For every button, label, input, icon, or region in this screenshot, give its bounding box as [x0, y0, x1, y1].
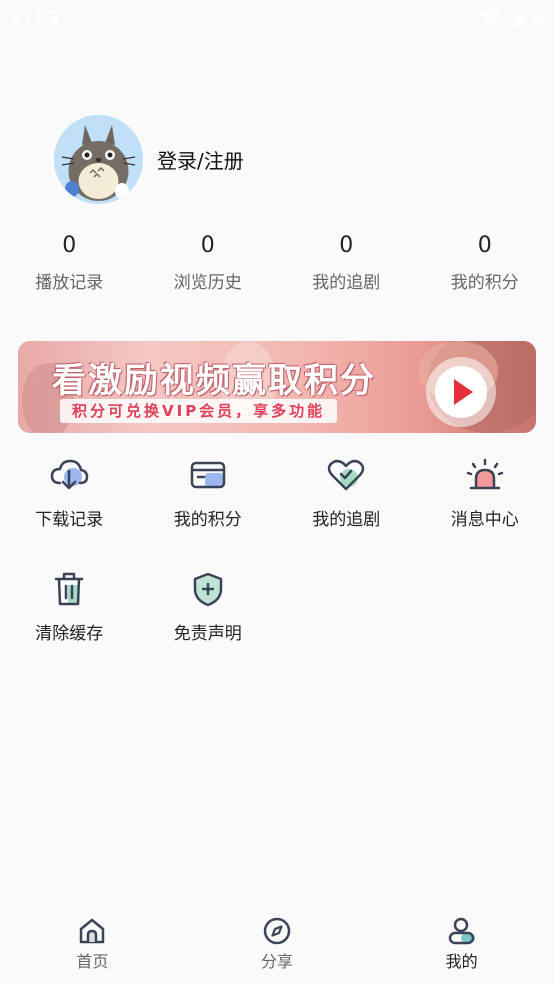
- menu-my-points[interactable]: 我的积分: [139, 455, 278, 569]
- stat-value: 0: [200, 233, 215, 258]
- heart-icon: [328, 459, 365, 491]
- stat-label: 播放记录: [35, 273, 104, 293]
- nav-share[interactable]: 分享: [185, 908, 370, 984]
- cloud-download-icon: [50, 459, 89, 490]
- stat-label: 我的追剧: [312, 273, 381, 293]
- menu-clear-cache[interactable]: 清除缓存: [0, 569, 139, 683]
- stat-browse-history[interactable]: 0 浏览历史: [139, 230, 278, 293]
- nav-mine[interactable]: 我的: [369, 908, 554, 984]
- nav-home[interactable]: 首页: [0, 908, 185, 984]
- stat-value: 0: [62, 233, 77, 258]
- banner-title: 看激励视频赢取积分: [52, 361, 376, 401]
- stat-my-series[interactable]: 0 我的追剧: [277, 230, 416, 293]
- nav-label: 首页: [76, 952, 109, 971]
- nav-label: 我的: [445, 952, 478, 971]
- trash-icon: [55, 572, 84, 606]
- menu-label: 我的积分: [173, 510, 242, 530]
- wifi-icon: [479, 9, 502, 26]
- menu-label: 我的追剧: [312, 510, 381, 530]
- menu-label: 免责声明: [173, 624, 242, 644]
- stats-row: 0 播放记录 0 浏览历史 0 我的追剧 0 我的积分: [0, 230, 554, 293]
- stat-label: 我的积分: [450, 273, 519, 293]
- status-icons: 0: [479, 8, 544, 29]
- reward-video-banner[interactable]: 看激励视频赢取积分 积分可兑换VIP会员，享多功能: [18, 341, 536, 433]
- avatar[interactable]: [54, 115, 143, 204]
- menu-disclaimer[interactable]: 免责声明: [139, 569, 278, 683]
- menu-label: 下载记录: [35, 510, 104, 530]
- card-icon: [190, 461, 225, 489]
- menu-label: 清除缓存: [35, 624, 104, 644]
- battery-level: 0: [531, 7, 544, 29]
- menu-grid: 下载记录 我的积分 我的追剧 消息中心 清除缓存 免责声明: [0, 455, 554, 683]
- home-icon: [80, 918, 105, 944]
- login-register-link[interactable]: 登录/注册: [157, 145, 244, 174]
- stat-value: 0: [339, 233, 354, 258]
- signal-icon: [508, 10, 525, 26]
- play-icon: [435, 366, 487, 418]
- play-button[interactable]: [426, 357, 496, 427]
- bottom-nav: 首页 分享 我的: [0, 908, 554, 984]
- menu-my-series[interactable]: 我的追剧: [277, 455, 416, 569]
- compass-icon: [263, 917, 291, 945]
- status-bar: 2:13 0: [0, 0, 554, 36]
- menu-download-history[interactable]: 下载记录: [0, 455, 139, 569]
- profile-icon: [448, 917, 475, 945]
- stat-play-history[interactable]: 0 播放记录: [0, 230, 139, 293]
- profile-header[interactable]: 登录/注册: [54, 115, 244, 204]
- alarm-icon: [466, 458, 503, 490]
- status-time: 2:13: [10, 6, 60, 30]
- menu-message-center[interactable]: 消息中心: [416, 455, 554, 569]
- stat-value: 0: [477, 233, 492, 258]
- nav-label: 分享: [261, 952, 294, 971]
- totoro-avatar-icon: [54, 115, 143, 204]
- stat-label: 浏览历史: [173, 273, 242, 293]
- menu-label: 消息中心: [450, 510, 519, 530]
- stat-my-points[interactable]: 0 我的积分: [416, 230, 554, 293]
- shield-icon: [193, 572, 222, 607]
- banner-subtitle: 积分可兑换VIP会员，享多功能: [60, 399, 338, 423]
